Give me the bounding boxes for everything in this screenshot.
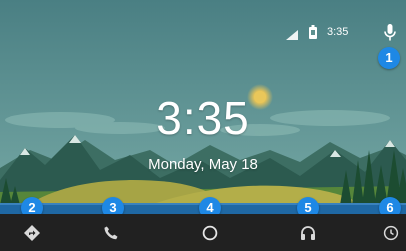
signal-icon: [286, 27, 298, 45]
headphones-icon: [301, 225, 315, 240]
navigation-icon: [24, 224, 40, 241]
nav-button-phone[interactable]: [91, 214, 131, 251]
battery-icon: [309, 25, 317, 44]
nav-button-home[interactable]: [190, 214, 230, 251]
callout-badge-1: 1: [378, 47, 400, 69]
nav-button-audio[interactable]: [288, 214, 328, 251]
voice-search-button[interactable]: [381, 23, 399, 43]
overview-icon: [383, 225, 399, 240]
nav-button-overview[interactable]: [371, 214, 406, 251]
nav-button-navigation[interactable]: [12, 214, 52, 251]
clock-time: 3:35: [156, 92, 250, 144]
clock-date: Monday, May 18: [148, 156, 258, 173]
home-icon: [202, 225, 218, 240]
facet-bar: [0, 214, 406, 251]
android-auto-home-screen: 3:35 3:35 Monday, May 18 1 2 3 4 5 6: [0, 0, 406, 251]
status-time: 3:35: [327, 26, 349, 38]
phone-icon: [104, 226, 118, 239]
mic-icon: [384, 24, 396, 41]
